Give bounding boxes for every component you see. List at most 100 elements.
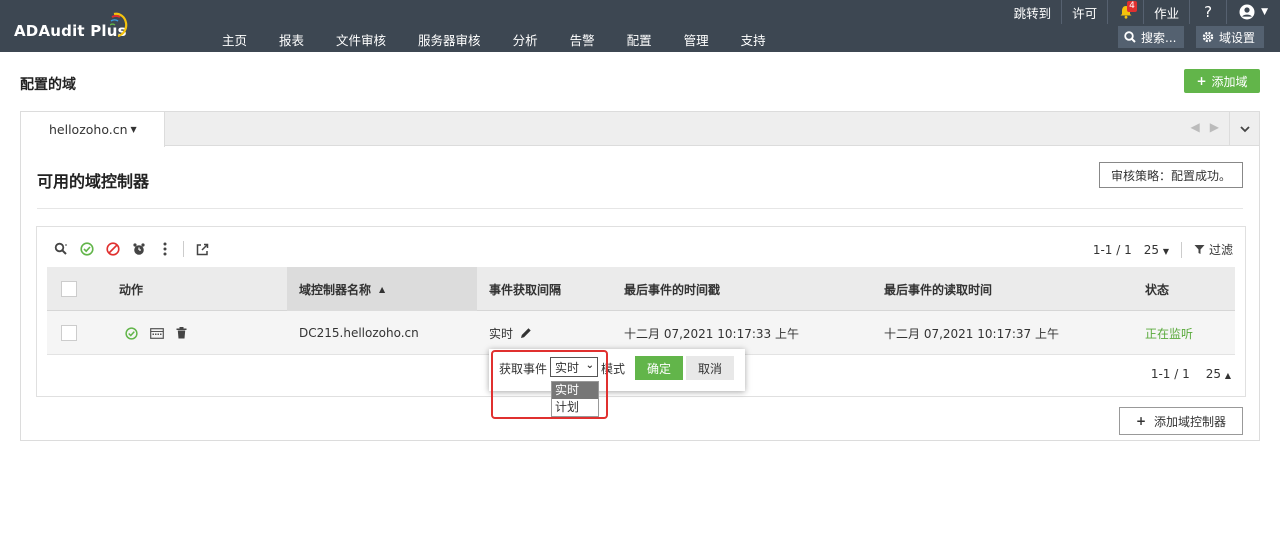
nav-support[interactable]: 支持 bbox=[725, 30, 782, 49]
option-scheduled[interactable]: 计划 bbox=[552, 399, 598, 416]
add-dc-label: 添加域控制器 bbox=[1154, 414, 1227, 429]
user-menu[interactable]: ▼ bbox=[1226, 0, 1280, 24]
column-header-interval[interactable]: 事件获取间隔 bbox=[489, 267, 561, 311]
notification-count-badge: 4 bbox=[1127, 1, 1137, 12]
interval-edit-popup: 获取事件 实时 ⌄ 模式 确定 取消 bbox=[489, 349, 745, 391]
section-title: 可用的域控制器 bbox=[37, 172, 150, 191]
column-header-status[interactable]: 状态 bbox=[1145, 267, 1169, 311]
add-domain-label: 添加域 bbox=[1211, 74, 1248, 89]
dc-name-cell: DC215.hellozoho.cn bbox=[299, 326, 419, 340]
nav-server-audit[interactable]: 服务器审核 bbox=[402, 30, 497, 49]
nav-home[interactable]: 主页 bbox=[206, 30, 263, 49]
search-tool[interactable] bbox=[53, 241, 69, 257]
tab-domain[interactable]: hellozoho.cn ▼ bbox=[21, 112, 165, 147]
enable-tool[interactable] bbox=[79, 241, 95, 257]
page-size-value: 25 bbox=[1205, 367, 1222, 381]
tab-scroll-arrows: ◀ ▶ bbox=[1191, 120, 1219, 134]
gear-icon bbox=[1202, 31, 1214, 43]
pagination-top: 1-1 / 1 25 ▼ 过滤 bbox=[1093, 241, 1233, 258]
cancel-button[interactable]: 取消 bbox=[686, 356, 734, 380]
nav-alerts[interactable]: 告警 bbox=[554, 30, 611, 49]
pencil-icon[interactable] bbox=[520, 327, 532, 339]
domain-tabbar: hellozoho.cn ▼ ◀ ▶ bbox=[21, 112, 1259, 147]
fetch-mode-value: 实时 bbox=[555, 360, 580, 375]
chevron-right-icon[interactable]: ▶ bbox=[1210, 120, 1219, 134]
search-label: 搜索... bbox=[1141, 30, 1177, 45]
jump-to-link[interactable]: 跳转到 bbox=[1004, 0, 1062, 24]
fetch-events-label: 获取事件 bbox=[499, 362, 548, 376]
add-dc-button[interactable]: + 添加域控制器 bbox=[1119, 407, 1243, 435]
block-icon bbox=[106, 242, 120, 256]
chevron-down-icon: ▼ bbox=[130, 125, 137, 134]
nav-configuration[interactable]: 配置 bbox=[611, 30, 668, 49]
caret-up-icon: ▲ bbox=[1224, 371, 1231, 380]
keyboard-icon[interactable] bbox=[150, 327, 164, 339]
chevron-left-icon[interactable]: ◀ bbox=[1191, 120, 1200, 134]
user-avatar-icon bbox=[1239, 4, 1255, 20]
row-checkbox[interactable] bbox=[61, 325, 77, 341]
column-header-last-event-time[interactable]: 最后事件的时间戳 bbox=[624, 267, 720, 311]
add-domain-button[interactable]: + 添加域 bbox=[1184, 69, 1260, 93]
filter-button[interactable]: 过滤 bbox=[1194, 241, 1233, 258]
page-size-select[interactable]: 25 ▲ bbox=[1206, 367, 1231, 381]
paging-separator bbox=[1180, 241, 1182, 258]
section-divider bbox=[37, 208, 1243, 209]
filter-label: 过滤 bbox=[1208, 243, 1233, 257]
search-icon bbox=[1124, 31, 1136, 43]
sort-ascending-icon: ▲ bbox=[379, 284, 386, 294]
nav-admin[interactable]: 管理 bbox=[668, 30, 725, 49]
trash-icon[interactable] bbox=[176, 327, 187, 339]
header-select-all[interactable] bbox=[61, 267, 77, 311]
top-links: 跳转到 许可 4 作业 ? ▼ bbox=[1004, 0, 1280, 24]
user-menu-caret-icon: ▼ bbox=[1261, 7, 1268, 17]
search-icon bbox=[54, 242, 67, 255]
plus-icon: + bbox=[1196, 74, 1207, 88]
option-realtime[interactable]: 实时 bbox=[552, 382, 598, 399]
column-header-dc-name[interactable]: 域控制器名称 ▲ bbox=[287, 267, 477, 311]
disable-tool[interactable] bbox=[105, 241, 121, 257]
jobs-link[interactable]: 作业 bbox=[1143, 0, 1189, 24]
check-circle-icon bbox=[80, 242, 94, 256]
status-cell: 正在监听 bbox=[1145, 326, 1194, 341]
column-header-last-read-time[interactable]: 最后事件的读取时间 bbox=[884, 267, 992, 311]
toolbar-separator bbox=[183, 241, 184, 257]
export-icon bbox=[196, 243, 208, 255]
page-range: 1-1 / 1 bbox=[1150, 367, 1190, 381]
kebab-icon bbox=[163, 242, 167, 256]
tab-collapse-button[interactable] bbox=[1229, 112, 1259, 146]
page-size-value: 25 bbox=[1143, 242, 1159, 257]
global-search-button[interactable]: 搜索... bbox=[1118, 26, 1184, 48]
page-title: 配置的域 bbox=[20, 77, 76, 93]
fetch-mode-options: 实时 计划 bbox=[551, 381, 599, 417]
caret-down-icon: ▼ bbox=[1162, 246, 1169, 256]
check-circle-icon[interactable] bbox=[125, 326, 138, 340]
table-header: 动作 域控制器名称 ▲ 事件获取间隔 最后事件的时间戳 最后事件的读取时间 状态 bbox=[47, 267, 1235, 311]
domain-settings-label: 域设置 bbox=[1219, 30, 1256, 45]
export-tool[interactable] bbox=[194, 241, 210, 257]
dc-name-header-label: 域控制器名称 bbox=[299, 282, 372, 297]
fetch-mode-select[interactable]: 实时 ⌄ bbox=[550, 357, 598, 377]
interval-value: 实时 bbox=[489, 326, 514, 341]
chevron-down-icon bbox=[1239, 126, 1250, 133]
schedule-tool[interactable] bbox=[131, 241, 147, 257]
column-header-action: 动作 bbox=[119, 282, 144, 297]
domain-panel: hellozoho.cn ▼ ◀ ▶ 可用的域控制器 审核策略：配置成功。 1-… bbox=[20, 111, 1260, 441]
domain-settings-button[interactable]: 域设置 bbox=[1196, 26, 1264, 48]
page-size-select[interactable]: 25 ▼ bbox=[1144, 243, 1169, 257]
help-link[interactable]: ? bbox=[1189, 0, 1226, 24]
select-all-checkbox[interactable] bbox=[61, 281, 77, 297]
license-link[interactable]: 许可 bbox=[1061, 0, 1107, 24]
nav-file-audit[interactable]: 文件审核 bbox=[320, 30, 402, 49]
confirm-button[interactable]: 确定 bbox=[635, 356, 683, 380]
plus-icon: + bbox=[1135, 414, 1147, 428]
filter-icon bbox=[1194, 245, 1205, 254]
last-read-time-cell: 十二月 07,2021 10:17:37 上午 bbox=[884, 326, 1059, 341]
more-options-icon[interactable] bbox=[157, 241, 173, 257]
mode-label: 模式 bbox=[601, 362, 626, 376]
nav-analytics[interactable]: 分析 bbox=[497, 30, 554, 49]
page-range: 1-1 / 1 bbox=[1092, 242, 1132, 257]
audit-policy-button[interactable]: 审核策略：配置成功。 bbox=[1099, 162, 1243, 188]
nav-reports[interactable]: 报表 bbox=[263, 30, 320, 49]
alarm-clock-icon bbox=[133, 243, 145, 255]
notifications-button[interactable]: 4 bbox=[1107, 0, 1143, 24]
